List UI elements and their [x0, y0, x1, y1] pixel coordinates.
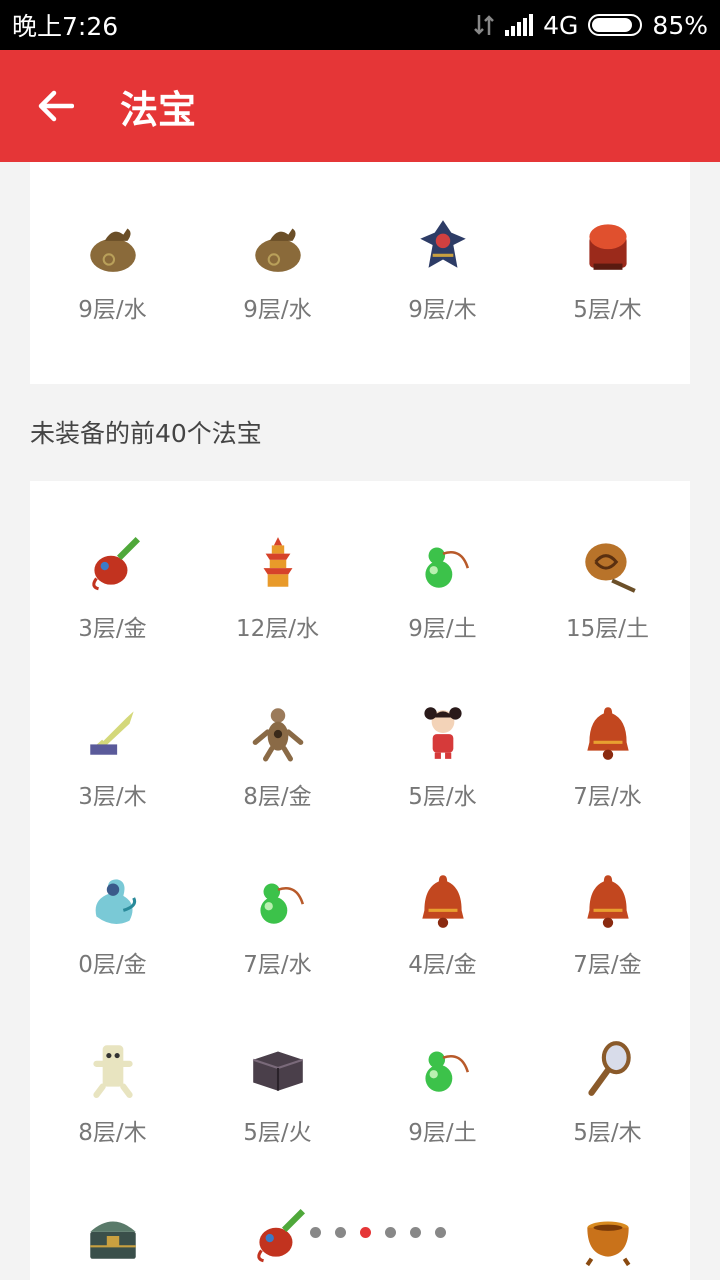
arrow-left-icon [38, 90, 74, 122]
puppet-icon [252, 708, 303, 762]
section-title: 未装备的前40个法宝 [30, 419, 262, 448]
warrior-icon [419, 220, 466, 268]
unequipped-item[interactable]: 4层/金 [360, 839, 525, 1007]
page-dot[interactable] [435, 1227, 446, 1238]
pot-icon [585, 1221, 630, 1267]
network-type: 4G [543, 10, 579, 40]
unequipped-item[interactable]: 7层/水 [195, 839, 360, 1007]
item-level-label: 8层/金 [243, 784, 312, 810]
battery-level [592, 18, 632, 32]
unequipped-item[interactable]: 8层/木 [30, 1007, 195, 1175]
box-icon [252, 1051, 303, 1091]
beetle-icon [256, 1209, 305, 1263]
gourd-icon [259, 883, 304, 924]
unequipped-item[interactable]: 3层/木 [30, 671, 195, 839]
equipped-item[interactable]: 9层/水 [195, 184, 360, 352]
unequipped-item[interactable]: 9层/土 [360, 503, 525, 671]
item-level-label: 9层/水 [78, 297, 147, 323]
unequipped-item[interactable]: 0层/金 [30, 839, 195, 1007]
bag-icon [254, 228, 301, 272]
equipped-card: 9层/水 9层/水 9层/木 5层/木 [30, 162, 690, 384]
unequipped-item[interactable]: 5层/水 [360, 671, 525, 839]
unequipped-item[interactable]: 5层/火 [195, 1007, 360, 1175]
item-level-label: 9层/土 [408, 1120, 477, 1146]
page-indicator [310, 1227, 446, 1238]
item-level-label: 3层/金 [78, 616, 147, 642]
battery-percent: 85% [652, 10, 708, 40]
bell-icon [586, 875, 629, 928]
equipped-item[interactable]: 9层/水 [30, 184, 195, 352]
item-level-label: 9层/木 [408, 297, 477, 323]
item-level-label: 15层/土 [565, 616, 649, 642]
item-level-label: 12层/水 [235, 616, 319, 642]
unequipped-item[interactable] [525, 1175, 690, 1280]
app-bar: 法宝 [0, 50, 720, 162]
page-dot[interactable] [335, 1227, 346, 1238]
page-dot[interactable] [385, 1227, 396, 1238]
item-level-label: 3层/木 [78, 784, 147, 810]
unequipped-item[interactable]: 15层/土 [525, 503, 690, 671]
unequipped-item[interactable]: 7层/金 [525, 839, 690, 1007]
beetle-icon [91, 537, 140, 591]
equipped-item[interactable]: 5层/木 [525, 184, 690, 352]
item-level-label: 0层/金 [78, 952, 147, 978]
page-title: 法宝 [120, 87, 197, 132]
unequipped-item[interactable]: 7层/水 [525, 671, 690, 839]
bell-icon [421, 875, 464, 928]
item-level-label: 4层/金 [408, 952, 477, 978]
chest-icon [89, 1221, 136, 1259]
data-arrows-icon [474, 15, 495, 35]
gourd-icon [424, 547, 469, 588]
signal-icon [505, 14, 534, 36]
item-level-label: 5层/水 [408, 784, 477, 810]
pagoda-icon [263, 537, 292, 587]
equipped-item[interactable]: 9层/木 [360, 184, 525, 352]
mirror-icon [587, 1041, 631, 1096]
doll-icon [423, 707, 462, 759]
back-button[interactable] [0, 50, 112, 162]
item-level-label: 5层/木 [573, 297, 642, 323]
item-level-label: 7层/金 [573, 952, 642, 978]
scroll-drum-icon [584, 543, 636, 593]
item-level-label: 5层/火 [243, 1120, 312, 1146]
unequipped-item[interactable]: 9层/土 [360, 1007, 525, 1175]
unequipped-item[interactable]: 8层/金 [195, 671, 360, 839]
unequipped-grid: 3层/金 12层/水 9层/土 15层/土 3层/木 8层/金 5层/水 7层/水 0层/金 7层… [30, 503, 690, 1280]
page-dot[interactable] [360, 1227, 371, 1238]
battery-icon [588, 14, 643, 36]
unequipped-item[interactable] [30, 1175, 195, 1280]
gourd-icon [424, 1051, 469, 1092]
status-indicators: 4G 85% [473, 11, 708, 40]
page-dot[interactable] [310, 1227, 321, 1238]
status-time: 晚上7:26 [12, 12, 119, 41]
bag-icon [89, 228, 136, 272]
item-level-label: 5层/木 [573, 1120, 642, 1146]
bell-icon [586, 707, 629, 760]
unequipped-item[interactable]: 12层/水 [195, 503, 360, 671]
unequipped-card: 3层/金 12层/水 9层/土 15层/土 3层/木 8层/金 5层/水 7层/水 0层/金 7层… [30, 481, 690, 1280]
ghost-icon [92, 1045, 133, 1098]
unequipped-item[interactable]: 3层/金 [30, 503, 195, 671]
item-level-label: 9层/水 [243, 297, 312, 323]
page-dot[interactable] [410, 1227, 421, 1238]
drum-icon [588, 224, 627, 270]
status-bar: 晚上7:26 4G 85% [0, 0, 720, 50]
item-level-label: 7层/水 [243, 952, 312, 978]
spirit-icon [95, 879, 136, 924]
feather-blade-icon [89, 711, 134, 755]
item-level-label: 9层/土 [408, 616, 477, 642]
unequipped-item[interactable]: 5层/木 [525, 1007, 690, 1175]
equipped-grid: 9层/水 9层/水 9层/木 5层/木 [30, 184, 690, 352]
item-level-label: 7层/水 [573, 784, 642, 810]
item-level-label: 8层/木 [78, 1120, 147, 1146]
